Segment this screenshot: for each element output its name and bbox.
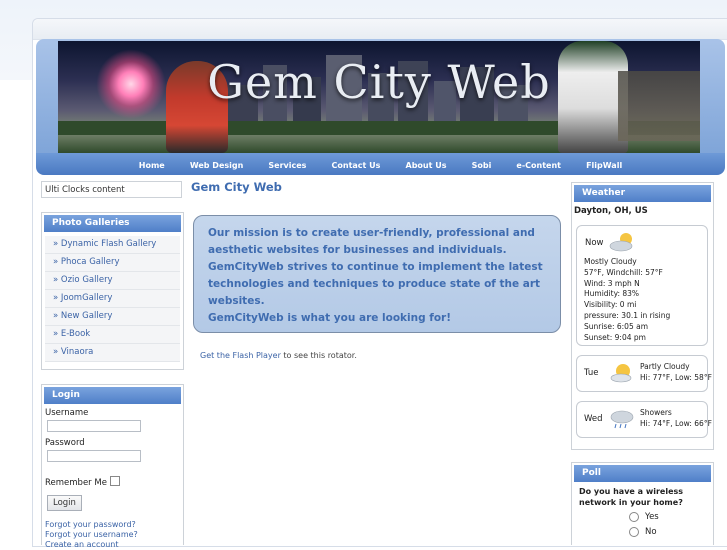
nav-contact-us[interactable]: Contact Us bbox=[332, 155, 381, 177]
ulti-clocks-module: Ulti Clocks content bbox=[41, 181, 182, 198]
flash-player-notice: Get the Flash Player to see this rotator… bbox=[200, 351, 357, 360]
top-cap bbox=[33, 19, 727, 40]
poll-option-no[interactable]: No bbox=[629, 525, 713, 540]
weather-heading: Weather bbox=[574, 185, 711, 202]
gallery-link-ozio[interactable]: » Ozio Gallery bbox=[45, 272, 180, 290]
gallery-link-new[interactable]: » New Gallery bbox=[45, 308, 180, 326]
username-label: Username bbox=[45, 408, 89, 418]
poll-question-line: Do you have a wireless bbox=[579, 487, 684, 496]
forecast-condition: Showers bbox=[640, 408, 672, 417]
forecast-desc: Showers Hi: 74°F, Low: 66°F bbox=[640, 408, 712, 429]
login-button[interactable]: Login bbox=[47, 495, 82, 511]
photo-galleries-module: Photo Galleries » Dynamic Flash Gallery … bbox=[41, 212, 184, 370]
poll-module: Poll Do you have a wireless network in y… bbox=[571, 462, 714, 545]
partly-cloudy-icon bbox=[610, 364, 632, 383]
weather-location: Dayton, OH, US bbox=[574, 206, 648, 216]
nav-e-content[interactable]: e-Content bbox=[516, 155, 561, 177]
password-label: Password bbox=[45, 438, 85, 448]
weather-sunset: Sunset: 9:04 pm bbox=[584, 332, 646, 342]
banner-title: Gem City Web bbox=[207, 55, 551, 109]
poll-radio-no[interactable] bbox=[629, 526, 639, 537]
weather-temperature: 57°F, Windchill: 57°F bbox=[584, 267, 663, 277]
poll-option-yes[interactable]: Yes bbox=[629, 510, 713, 525]
forecast-day: Wed bbox=[584, 414, 603, 424]
mission-line: websites. bbox=[208, 295, 265, 307]
forgot-password-link[interactable]: Forgot your password? bbox=[45, 520, 183, 530]
forgot-username-link[interactable]: Forgot your username? bbox=[45, 530, 183, 540]
flash-notice-text: to see this rotator. bbox=[280, 351, 357, 360]
nav-web-design[interactable]: Web Design bbox=[190, 155, 243, 177]
login-heading: Login bbox=[44, 387, 181, 404]
login-module: Login Username Password Remember Me Logi… bbox=[41, 384, 184, 549]
gallery-link-joomgallery[interactable]: » JoomGallery bbox=[45, 290, 180, 308]
mission-line: GemCityWeb is what you are looking for! bbox=[208, 312, 452, 324]
nav-services[interactable]: Services bbox=[268, 155, 306, 177]
main-nav: Home Web Design Services Contact Us Abou… bbox=[36, 153, 725, 175]
forecast-temps: Hi: 77°F, Low: 58°F bbox=[640, 372, 712, 382]
page-title: Gem City Web bbox=[191, 180, 282, 194]
poll-option-label: Yes bbox=[645, 512, 659, 522]
nav-home[interactable]: Home bbox=[139, 155, 165, 177]
nav-about-us[interactable]: About Us bbox=[406, 155, 447, 177]
mission-line: GemCityWeb strives to continue to implem… bbox=[208, 261, 543, 273]
gallery-link-dynamic-flash[interactable]: » Dynamic Flash Gallery bbox=[45, 236, 180, 254]
weather-visibility: Visibility: 0 mi bbox=[584, 300, 637, 310]
poll-question-line: network in your home? bbox=[579, 498, 683, 507]
weather-humidity: Humidity: 83% bbox=[584, 289, 640, 299]
gallery-link-ebook[interactable]: » E-Book bbox=[45, 326, 180, 344]
mission-box: Our mission is to create user-friendly, … bbox=[193, 215, 561, 333]
forecast-temps: Hi: 74°F, Low: 66°F bbox=[640, 418, 712, 428]
mission-line: aesthetic websites for businesses and in… bbox=[208, 244, 507, 256]
showers-icon bbox=[610, 410, 634, 429]
create-account-link[interactable]: Create an account bbox=[45, 540, 183, 550]
weather-module: Weather Dayton, OH, US Now Mostly Cloudy… bbox=[571, 182, 714, 450]
poll-heading: Poll bbox=[574, 465, 711, 482]
poll-option-label: No bbox=[645, 527, 657, 537]
header-banner-frame: Gem City Web bbox=[36, 39, 725, 157]
remember-me-checkbox[interactable] bbox=[109, 475, 120, 486]
weather-now-details: Mostly Cloudy 57°F, Windchill: 57°F Wind… bbox=[584, 257, 670, 343]
gallery-link-phoca[interactable]: » Phoca Gallery bbox=[45, 254, 180, 272]
mostly-cloudy-icon bbox=[609, 233, 633, 252]
weather-sunrise: Sunrise: 6:05 am bbox=[584, 321, 648, 331]
weather-now-label: Now bbox=[585, 238, 604, 248]
forecast-desc: Partly Cloudy Hi: 77°F, Low: 58°F bbox=[640, 362, 712, 383]
forecast-condition: Partly Cloudy bbox=[640, 362, 690, 371]
forecast-card-tue: Tue Partly Cloudy Hi: 77°F, Low: 58°F bbox=[576, 355, 712, 392]
weather-condition: Mostly Cloudy bbox=[584, 257, 637, 266]
weather-wind: Wind: 3 mph N bbox=[584, 278, 640, 288]
gallery-link-vinaora[interactable]: » Vinaora bbox=[45, 344, 180, 362]
mission-line: technologies and techniques to produce s… bbox=[208, 278, 541, 290]
get-flash-player-link[interactable]: Get the Flash Player bbox=[200, 351, 281, 360]
nav-sobi[interactable]: Sobi bbox=[472, 155, 492, 177]
mission-line: Our mission is to create user-friendly, … bbox=[208, 227, 535, 239]
nav-flipwall[interactable]: FlipWall bbox=[586, 155, 622, 177]
forecast-day: Tue bbox=[584, 368, 599, 378]
forecast-card-wed: Wed Showers Hi: 74°F, Low: 66°F bbox=[576, 401, 712, 438]
header-banner-image: Gem City Web bbox=[58, 41, 700, 153]
remember-me-label: Remember Me bbox=[45, 478, 107, 488]
weather-pressure: pressure: 30.1 in rising bbox=[584, 310, 671, 320]
username-input[interactable] bbox=[47, 420, 141, 432]
weather-now-card: Now Mostly Cloudy 57°F, Windchill: 57°F … bbox=[576, 225, 708, 346]
photo-galleries-heading: Photo Galleries bbox=[44, 215, 181, 232]
password-input[interactable] bbox=[47, 450, 141, 462]
poll-radio-yes[interactable] bbox=[629, 511, 639, 522]
